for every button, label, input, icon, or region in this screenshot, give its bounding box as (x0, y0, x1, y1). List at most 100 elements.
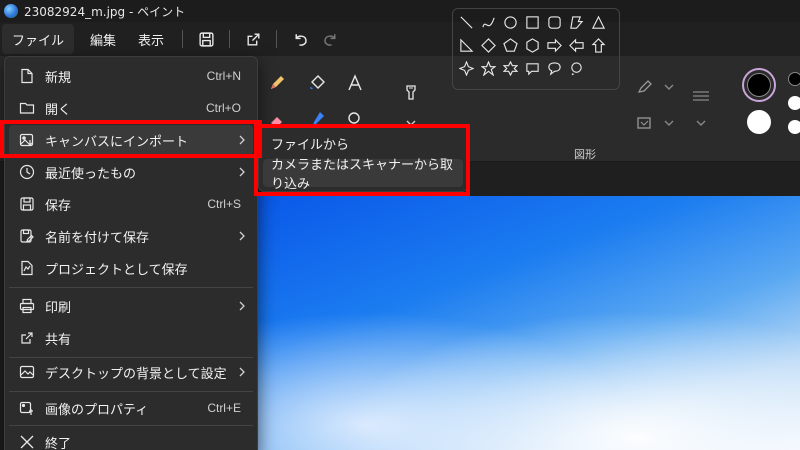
menu-view[interactable]: 表示 (128, 24, 174, 54)
shape-line[interactable] (455, 12, 477, 32)
shape-oval-callout[interactable] (543, 58, 565, 78)
save-as-icon (20, 229, 34, 243)
undo-icon (295, 33, 307, 46)
fill-tool[interactable] (304, 70, 330, 96)
shape-four-point-star[interactable] (455, 58, 477, 78)
file-menu-item-new[interactable]: 新規 Ctrl+N (9, 61, 253, 91)
file-menu-item-open[interactable]: 開く Ctrl+O (9, 93, 253, 123)
rounded-rectangle-icon (547, 15, 561, 29)
palette-color-black[interactable] (788, 72, 800, 86)
save-button[interactable] (191, 24, 221, 54)
five-point-star-icon (480, 60, 496, 76)
stroke-size-icon (693, 91, 709, 101)
file-menu-item-save-as[interactable]: 名前を付けて保存 (9, 221, 253, 251)
shape-six-point-star[interactable] (499, 58, 521, 78)
highlight-import-item (0, 120, 262, 158)
pentagon-icon (502, 37, 518, 52)
canvas-image[interactable] (258, 196, 800, 450)
diamond-icon (480, 37, 496, 53)
fill-dropdown[interactable] (656, 110, 682, 136)
oval-callout-icon (547, 61, 561, 76)
printer-icon (19, 298, 35, 314)
menubar-divider (229, 30, 231, 48)
shape-up-arrow[interactable] (587, 35, 609, 55)
file-menu-item-share[interactable]: 共有 (9, 323, 253, 353)
file-menu-item-set-desktop-background[interactable]: デスクトップの背景として設定 (9, 357, 253, 387)
shape-left-arrow[interactable] (565, 35, 587, 55)
shape-pentagon[interactable] (499, 35, 521, 55)
fill-style-icon (637, 117, 651, 129)
chevron-right-icon (231, 367, 253, 377)
menu-file[interactable]: ファイル (2, 24, 75, 54)
shape-diamond[interactable] (477, 35, 499, 55)
shape-rectangle[interactable] (521, 12, 543, 32)
palette-color-white[interactable] (788, 96, 800, 110)
curve-icon (481, 17, 495, 27)
shapes-grid (455, 12, 615, 78)
file-menu-item-save-as-project[interactable]: プロジェクトとして保存 (9, 253, 253, 283)
four-point-star-icon (458, 60, 474, 76)
save-icon (20, 197, 34, 211)
stroke-size-dropdown[interactable] (688, 110, 714, 136)
share-icon (247, 32, 260, 46)
chevron-down-icon (696, 120, 706, 126)
undo-button[interactable] (285, 24, 315, 54)
left-arrow-icon (568, 38, 584, 52)
shape-polygon[interactable] (565, 12, 587, 32)
menu-item-shortcut: Ctrl+S (207, 197, 241, 211)
shape-cloud-callout[interactable] (565, 58, 587, 78)
text-tool[interactable] (342, 70, 368, 96)
close-icon (20, 435, 34, 449)
shape-right-arrow[interactable] (543, 35, 565, 55)
menubar-divider (182, 30, 184, 48)
shape-right-triangle[interactable] (455, 35, 477, 55)
triangle-icon (591, 15, 605, 29)
shape-rounded-callout[interactable] (521, 58, 543, 78)
menu-edit[interactable]: 編集 (80, 24, 126, 54)
secondary-color-swatch[interactable] (747, 110, 771, 134)
brushes-tool[interactable] (398, 80, 424, 106)
window-title: 23082924_m.jpg - ペイント (24, 4, 186, 19)
share-button[interactable] (238, 24, 268, 54)
palette-color-white-2[interactable] (788, 120, 800, 134)
file-menu-item-print[interactable]: 印刷 (9, 291, 253, 321)
chevron-down-icon (664, 120, 674, 126)
file-menu-item-recent[interactable]: 最近使ったもの (9, 157, 253, 187)
paint-app-icon (4, 4, 18, 18)
outline-dropdown[interactable] (656, 74, 682, 100)
shape-five-point-star[interactable] (477, 58, 499, 78)
shape-oval[interactable] (499, 12, 521, 32)
menu-separator (9, 425, 253, 426)
desktop-background-icon (19, 365, 35, 379)
menu-item-shortcut: Ctrl+E (207, 401, 241, 415)
pencil-icon (271, 76, 284, 89)
rounded-callout-icon (525, 62, 539, 75)
primary-color-swatch[interactable] (742, 68, 776, 102)
menu-bar: ファイル 編集 表示 (0, 22, 800, 56)
redo-icon (323, 33, 336, 46)
stroke-size-button[interactable] (688, 84, 714, 110)
primary-color-fill (747, 73, 771, 97)
shape-rounded-rectangle[interactable] (543, 12, 565, 32)
redo-button[interactable] (315, 24, 345, 54)
outline-style-button[interactable] (632, 74, 658, 100)
shape-hexagon[interactable] (521, 35, 543, 55)
menu-item-label: 最近使ったもの (45, 166, 137, 182)
oval-icon (503, 15, 517, 29)
shape-triangle[interactable] (587, 12, 609, 32)
file-menu-item-save[interactable]: 保存 Ctrl+S (9, 189, 253, 219)
menu-item-label: 保存 (45, 198, 72, 214)
fill-style-button[interactable] (632, 110, 658, 136)
title-bar: 23082924_m.jpg - ペイント (0, 0, 800, 22)
file-menu-item-image-properties[interactable]: 画像のプロパティ Ctrl+E (9, 393, 253, 423)
shape-curve[interactable] (477, 12, 499, 32)
menu-item-label: 名前を付けて保存 (45, 230, 150, 246)
share-icon (21, 332, 33, 344)
save-icon (198, 31, 214, 47)
chevron-right-icon (231, 167, 253, 177)
file-menu-item-exit[interactable]: 終了 (9, 427, 253, 450)
menu-item-label: デスクトップの背景として設定 (45, 366, 227, 382)
pencil-tool[interactable] (264, 70, 290, 96)
menu-item-shortcut: Ctrl+N (206, 69, 241, 83)
shapes-group-label: 図形 (574, 148, 596, 161)
